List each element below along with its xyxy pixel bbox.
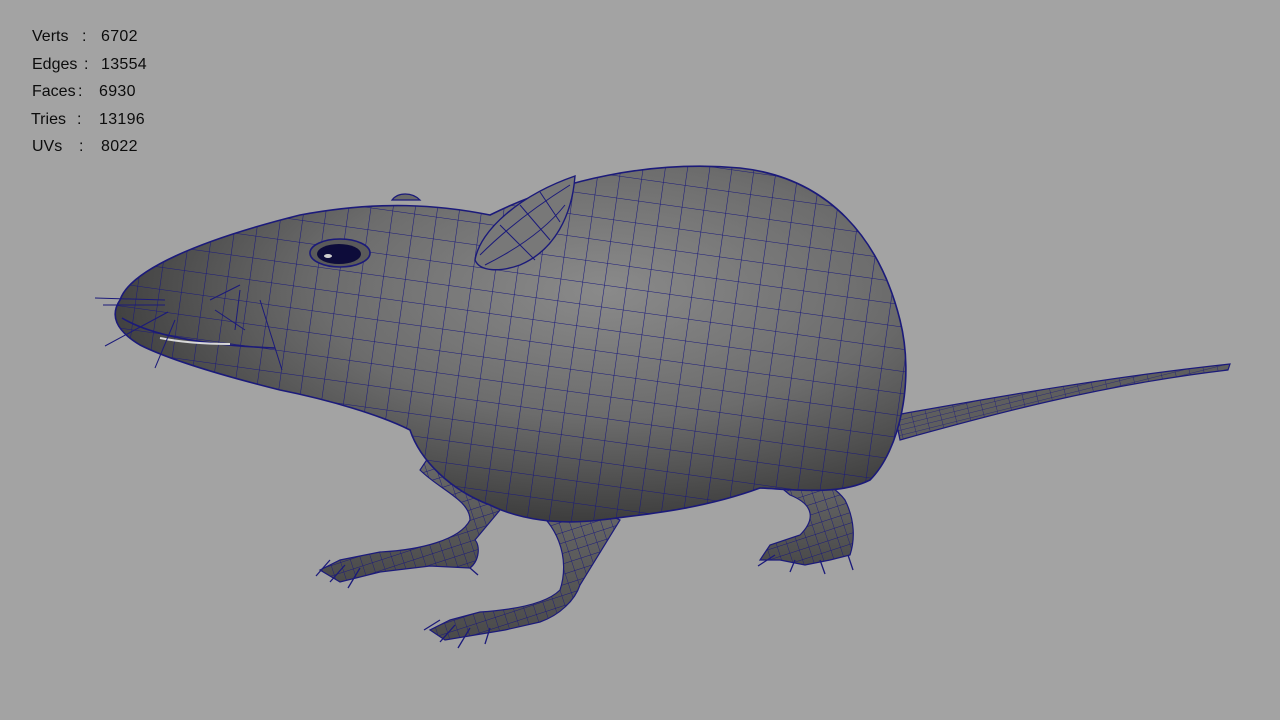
stat-label: Edges — [32, 55, 78, 73]
stat-colon: : — [77, 110, 82, 128]
stat-label: UVs — [32, 138, 63, 155]
stat-label: Tries — [31, 110, 66, 128]
stat-colon: : — [82, 28, 87, 45]
stat-value: 13554 — [101, 55, 147, 73]
rat-mesh-icon — [94, 165, 1231, 649]
stat-value: 6930 — [99, 83, 136, 100]
stat-value: 13196 — [99, 110, 145, 128]
stat-colon: : — [84, 55, 89, 73]
stat-label: Faces — [32, 83, 76, 100]
stat-colon: : — [78, 83, 83, 100]
3d-viewport[interactable]: Verts : 6702 Edges : 13554 Faces : 6930 … — [0, 0, 1280, 720]
stat-value: 8022 — [101, 138, 138, 155]
stat-colon: : — [79, 138, 84, 155]
stat-value: 6702 — [101, 28, 138, 45]
stat-label: Verts — [32, 28, 69, 45]
